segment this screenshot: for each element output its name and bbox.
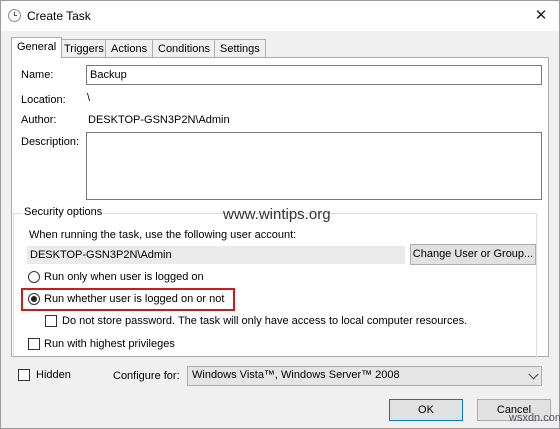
create-task-dialog: Create Task ✕ General Triggers Actions C… bbox=[0, 0, 560, 429]
run-whether-radio[interactable] bbox=[28, 293, 40, 305]
no-store-password-checkbox[interactable] bbox=[45, 315, 57, 327]
account-prompt: When running the task, use the following… bbox=[29, 229, 297, 241]
author-value: DESKTOP-GSN3P2N\Admin bbox=[88, 114, 230, 126]
configure-for-dropdown[interactable]: Windows Vista™, Windows Server™ 2008 bbox=[187, 366, 542, 386]
tab-actions[interactable]: Actions bbox=[105, 39, 154, 57]
ok-button[interactable]: OK bbox=[389, 399, 463, 421]
configure-for-value: Windows Vista™, Windows Server™ 2008 bbox=[192, 369, 400, 381]
configure-for-label: Configure for: bbox=[113, 370, 180, 382]
highest-privileges-checkbox[interactable] bbox=[28, 338, 40, 350]
window-title: Create Task bbox=[27, 9, 91, 23]
tab-triggers[interactable]: Triggers bbox=[58, 39, 110, 57]
description-field[interactable] bbox=[86, 132, 542, 200]
name-field[interactable]: Backup bbox=[86, 65, 542, 85]
tab-general[interactable]: General bbox=[11, 37, 63, 58]
chevron-down-icon bbox=[528, 369, 539, 380]
tab-conditions[interactable]: Conditions bbox=[152, 39, 216, 57]
tab-settings[interactable]: Settings bbox=[214, 39, 266, 57]
corner-watermark: wsxdn.com bbox=[509, 412, 560, 424]
description-label: Description: bbox=[21, 136, 80, 148]
run-logged-on-radio[interactable] bbox=[28, 271, 40, 283]
location-label: Location: bbox=[21, 94, 66, 106]
author-label: Author: bbox=[21, 114, 57, 126]
hidden-checkbox[interactable] bbox=[18, 369, 30, 381]
change-user-button[interactable]: Change User or Group... bbox=[410, 244, 536, 265]
user-account-field: DESKTOP-GSN3P2N\Admin bbox=[27, 246, 405, 264]
user-account-value: DESKTOP-GSN3P2N\Admin bbox=[30, 249, 172, 261]
name-value: Backup bbox=[90, 69, 127, 81]
highest-privileges-label[interactable]: Run with highest privileges bbox=[44, 338, 175, 350]
title-bar: Create Task ✕ bbox=[1, 1, 559, 31]
task-scheduler-icon bbox=[8, 9, 21, 22]
location-value: \ bbox=[87, 92, 91, 104]
security-options-title: Security options bbox=[22, 206, 105, 218]
site-watermark: www.wintips.org bbox=[223, 206, 331, 223]
name-label: Name: bbox=[21, 69, 54, 81]
no-store-password-label[interactable]: Do not store password. The task will onl… bbox=[62, 315, 467, 327]
hidden-label[interactable]: Hidden bbox=[36, 369, 71, 381]
run-logged-on-label[interactable]: Run only when user is logged on bbox=[44, 271, 204, 283]
close-icon[interactable]: ✕ bbox=[531, 7, 551, 25]
run-whether-label[interactable]: Run whether user is logged on or not bbox=[44, 293, 224, 305]
